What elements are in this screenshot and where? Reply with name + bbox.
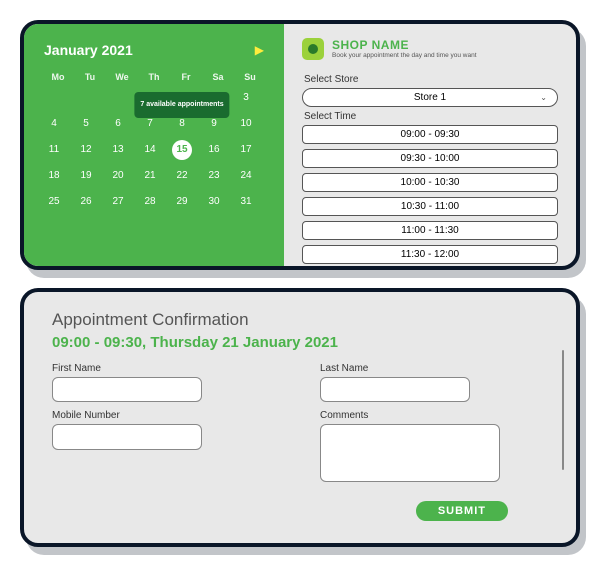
calendar-dow: Mo [44, 72, 72, 82]
last-name-input[interactable] [320, 377, 470, 402]
calendar-dow: Th [140, 72, 168, 82]
select-time-label: Select Time [304, 111, 558, 122]
time-slot[interactable]: 10:00 - 10:30 [302, 173, 558, 192]
last-name-label: Last Name [320, 363, 548, 374]
calendar-next-icon[interactable]: ▶ [255, 43, 264, 57]
calendar-day[interactable]: 24 [236, 166, 256, 186]
calendar-dow: Su [236, 72, 264, 82]
calendar: January 2021 ▶ MoTuWeThFrSaSu123456787 a… [24, 24, 284, 266]
calendar-day[interactable]: 12 [76, 140, 96, 160]
calendar-dow: We [108, 72, 136, 82]
calendar-dow: Fr [172, 72, 200, 82]
comments-textarea[interactable] [320, 424, 500, 482]
calendar-day[interactable]: 23 [204, 166, 224, 186]
calendar-dow: Sa [204, 72, 232, 82]
calendar-day[interactable]: 27 [108, 192, 128, 212]
calendar-day [108, 88, 128, 108]
calendar-day[interactable]: 11 [44, 140, 64, 160]
store-selected-value: Store 1 [414, 92, 446, 103]
mobile-input[interactable] [52, 424, 202, 449]
calendar-day[interactable]: 21 [140, 166, 160, 186]
booking-side: SHOP NAME Book your appointment the day … [284, 24, 576, 266]
calendar-day[interactable]: 87 available appointments [172, 114, 192, 134]
calendar-day[interactable]: 9 [204, 114, 224, 134]
calendar-day[interactable]: 10 [236, 114, 256, 134]
mobile-label: Mobile Number [52, 410, 280, 421]
time-slot[interactable]: 11:00 - 11:30 [302, 221, 558, 240]
calendar-day[interactable]: 22 [172, 166, 192, 186]
time-slot[interactable]: 09:30 - 10:00 [302, 149, 558, 168]
calendar-day[interactable]: 17 [236, 140, 256, 160]
panel-scrollbar[interactable] [562, 350, 564, 470]
calendar-day[interactable]: 15 [172, 140, 192, 160]
shop-name: SHOP NAME [332, 38, 477, 52]
select-store-label: Select Store [304, 74, 558, 85]
calendar-day[interactable]: 20 [108, 166, 128, 186]
calendar-dow: Tu [76, 72, 104, 82]
calendar-day[interactable]: 5 [76, 114, 96, 134]
booking-widget: January 2021 ▶ MoTuWeThFrSaSu123456787 a… [20, 20, 580, 270]
calendar-title: January 2021 [44, 42, 133, 58]
first-name-input[interactable] [52, 377, 202, 402]
shop-logo-icon [302, 38, 324, 60]
time-slot[interactable]: 11:30 - 12:00 [302, 245, 558, 264]
store-select[interactable]: Store 1 ⌄ [302, 88, 558, 107]
confirmation-panel: Appointment Confirmation 09:00 - 09:30, … [20, 288, 580, 547]
calendar-day[interactable]: 31 [236, 192, 256, 212]
time-slot[interactable]: 09:00 - 09:30 [302, 125, 558, 144]
time-slot[interactable]: 10:30 - 11:00 [302, 197, 558, 216]
calendar-day[interactable]: 25 [44, 192, 64, 212]
confirmation-datetime: 09:00 - 09:30, Thursday 21 January 2021 [52, 334, 548, 351]
calendar-day[interactable]: 4 [44, 114, 64, 134]
calendar-day[interactable]: 3 [236, 88, 256, 108]
shop-subtitle: Book your appointment the day and time y… [332, 52, 477, 59]
first-name-label: First Name [52, 363, 280, 374]
calendar-day[interactable]: 26 [76, 192, 96, 212]
calendar-day[interactable]: 14 [140, 140, 160, 160]
calendar-day [44, 88, 64, 108]
calendar-day[interactable]: 18 [44, 166, 64, 186]
confirmation-title: Appointment Confirmation [52, 310, 548, 330]
calendar-day[interactable]: 16 [204, 140, 224, 160]
comments-label: Comments [320, 410, 548, 421]
submit-button[interactable]: SUBMIT [416, 501, 508, 521]
calendar-day[interactable]: 30 [204, 192, 224, 212]
calendar-day[interactable]: 13 [108, 140, 128, 160]
chevron-down-icon: ⌄ [540, 93, 547, 102]
calendar-day[interactable]: 29 [172, 192, 192, 212]
calendar-day[interactable]: 28 [140, 192, 160, 212]
calendar-day[interactable]: 6 [108, 114, 128, 134]
calendar-day[interactable]: 19 [76, 166, 96, 186]
calendar-day [76, 88, 96, 108]
